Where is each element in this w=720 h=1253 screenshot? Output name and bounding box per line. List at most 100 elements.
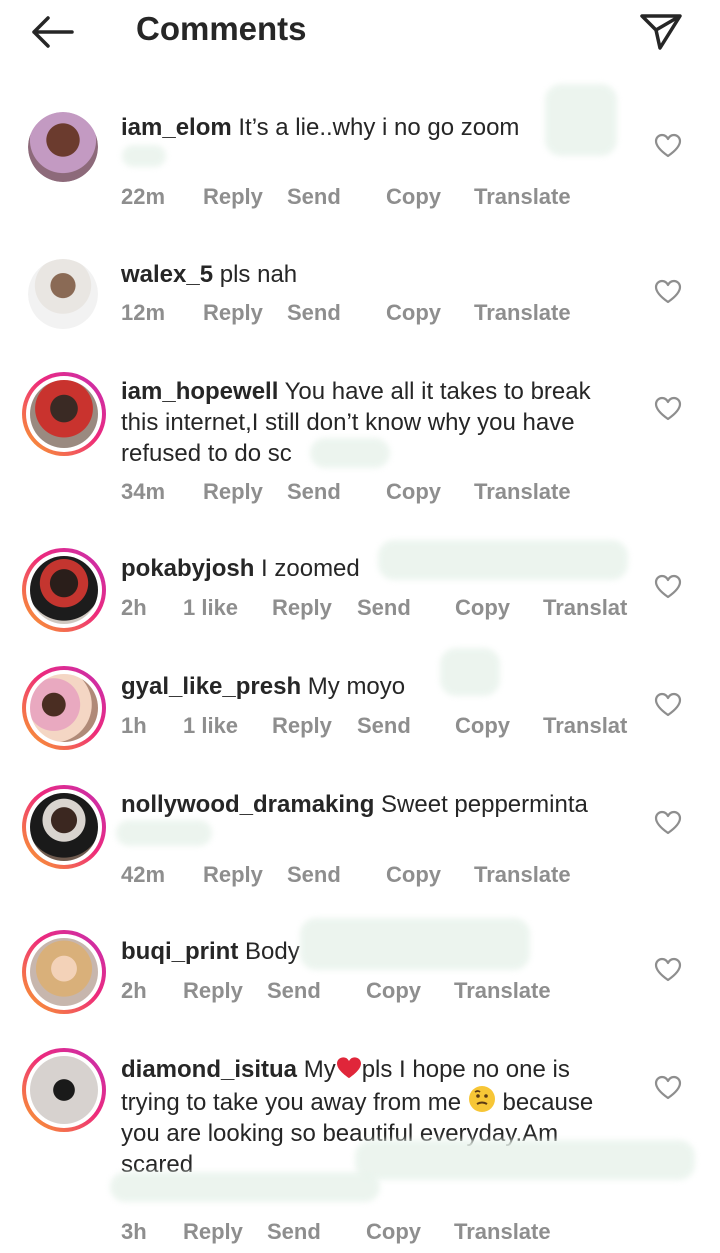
comment-time: 2h: [121, 595, 147, 620]
reply-button[interactable]: Reply: [203, 479, 263, 505]
header-bar: Comments: [0, 0, 720, 64]
comment-body: Body: [245, 938, 300, 965]
reply-button[interactable]: Reply: [183, 1219, 243, 1245]
heart-icon[interactable]: [654, 574, 682, 600]
comment-body: I zoomed: [261, 555, 360, 582]
reply-button[interactable]: Reply: [203, 300, 263, 326]
copy-button[interactable]: Copy: [366, 1219, 421, 1245]
blurred-overlay: [378, 540, 628, 580]
avatar[interactable]: [22, 372, 106, 456]
paper-plane-icon: [640, 14, 682, 50]
send-button[interactable]: Send: [287, 300, 341, 326]
blurred-overlay: [355, 1140, 695, 1180]
send-button[interactable]: Send: [267, 978, 321, 1004]
heart-icon[interactable]: [654, 396, 682, 422]
comment-body: Sweet pepperminta: [381, 791, 588, 818]
translate-button[interactable]: Translate: [454, 978, 551, 1004]
translate-button[interactable]: Translate: [474, 862, 571, 888]
comment-body: My moyo: [307, 673, 406, 700]
send-button[interactable]: Send: [267, 1219, 321, 1245]
comment-time: 22m: [121, 184, 166, 209]
heart-icon[interactable]: [654, 279, 682, 305]
send-button[interactable]: Send: [287, 479, 341, 505]
reply-button[interactable]: Reply: [203, 184, 263, 210]
red-heart-icon: [336, 1057, 361, 1079]
comment-username[interactable]: diamond_isitua: [121, 1056, 297, 1083]
avatar-image: [30, 380, 98, 448]
avatar-image: [30, 1056, 98, 1124]
reply-button[interactable]: Reply: [272, 713, 332, 739]
comment-username[interactable]: nollywood_dramaking: [121, 791, 374, 818]
comment-body: It’s a lie..why i no go zoom: [238, 114, 520, 141]
arrow-left-icon: [32, 16, 74, 48]
blurred-overlay: [300, 918, 530, 970]
translate-button[interactable]: Translate: [474, 479, 571, 505]
avatar[interactable]: [22, 666, 106, 750]
comment-username[interactable]: walex_5: [121, 261, 213, 288]
avatar-image: [30, 556, 98, 624]
avatar[interactable]: [22, 548, 106, 632]
copy-button[interactable]: Copy: [386, 862, 441, 888]
avatar[interactable]: [28, 112, 98, 182]
reply-button[interactable]: Reply: [203, 862, 263, 888]
send-button[interactable]: Send: [287, 862, 341, 888]
avatar[interactable]: [22, 930, 106, 1014]
comment-username[interactable]: pokabyjosh: [121, 555, 254, 582]
avatar-image: [30, 938, 98, 1006]
send-button[interactable]: Send: [357, 713, 411, 739]
blurred-overlay: [310, 438, 390, 468]
comment-time: 12m: [121, 300, 166, 325]
comment-time: 42m: [121, 862, 166, 887]
page-title: Comments: [136, 10, 307, 47]
comment-text: gyal_like_presh My moyo: [121, 671, 631, 702]
avatar[interactable]: [28, 259, 98, 329]
copy-button[interactable]: Copy: [386, 300, 441, 326]
translate-button[interactable]: Translate: [454, 1219, 551, 1245]
send-button[interactable]: Send: [357, 595, 411, 621]
comment-text: walex_5 pls nah: [121, 259, 631, 290]
comment-username[interactable]: gyal_like_presh: [121, 673, 301, 700]
reply-button[interactable]: Reply: [183, 978, 243, 1004]
avatar[interactable]: [22, 1048, 106, 1132]
share-button[interactable]: [636, 8, 686, 54]
avatar-image: [28, 112, 98, 182]
blurred-overlay: [440, 648, 500, 696]
translate-button[interactable]: Translate: [474, 300, 571, 326]
like-count[interactable]: 1 like: [183, 595, 238, 621]
translate-button[interactable]: Translat: [543, 713, 627, 739]
comment-body: My: [303, 1056, 336, 1083]
copy-button[interactable]: Copy: [366, 978, 421, 1004]
comment-time: 2h: [121, 978, 147, 1003]
comment-time: 3h: [121, 1219, 147, 1244]
heart-icon[interactable]: [654, 133, 682, 159]
copy-button[interactable]: Copy: [386, 184, 441, 210]
copy-button[interactable]: Copy: [386, 479, 441, 505]
heart-icon[interactable]: [654, 692, 682, 718]
translate-button[interactable]: Translat: [543, 595, 627, 621]
translate-button[interactable]: Translate: [474, 184, 571, 210]
heart-icon[interactable]: [654, 1075, 682, 1101]
back-button[interactable]: [28, 12, 78, 52]
comment-username[interactable]: iam_elom: [121, 114, 232, 141]
comment-time: 1h: [121, 713, 147, 738]
avatar-image: [30, 674, 98, 742]
heart-icon[interactable]: [654, 810, 682, 836]
heart-icon[interactable]: [654, 957, 682, 983]
comment-username[interactable]: iam_hopewell: [121, 378, 278, 405]
blurred-overlay: [110, 1172, 380, 1202]
avatar-image: [28, 259, 98, 329]
thinking-face-icon: [468, 1086, 495, 1112]
avatar[interactable]: [22, 785, 106, 869]
copy-button[interactable]: Copy: [455, 713, 510, 739]
blurred-overlay: [122, 145, 166, 167]
comment-username[interactable]: buqi_print: [121, 938, 238, 965]
avatar-image: [30, 793, 98, 861]
comment-body: pls nah: [219, 261, 298, 288]
like-count[interactable]: 1 like: [183, 713, 238, 739]
comment-time: 34m: [121, 479, 166, 504]
comment-text: nollywood_dramaking Sweet pepperminta: [121, 789, 631, 820]
reply-button[interactable]: Reply: [272, 595, 332, 621]
copy-button[interactable]: Copy: [455, 595, 510, 621]
send-button[interactable]: Send: [287, 184, 341, 210]
blurred-overlay: [545, 84, 617, 156]
